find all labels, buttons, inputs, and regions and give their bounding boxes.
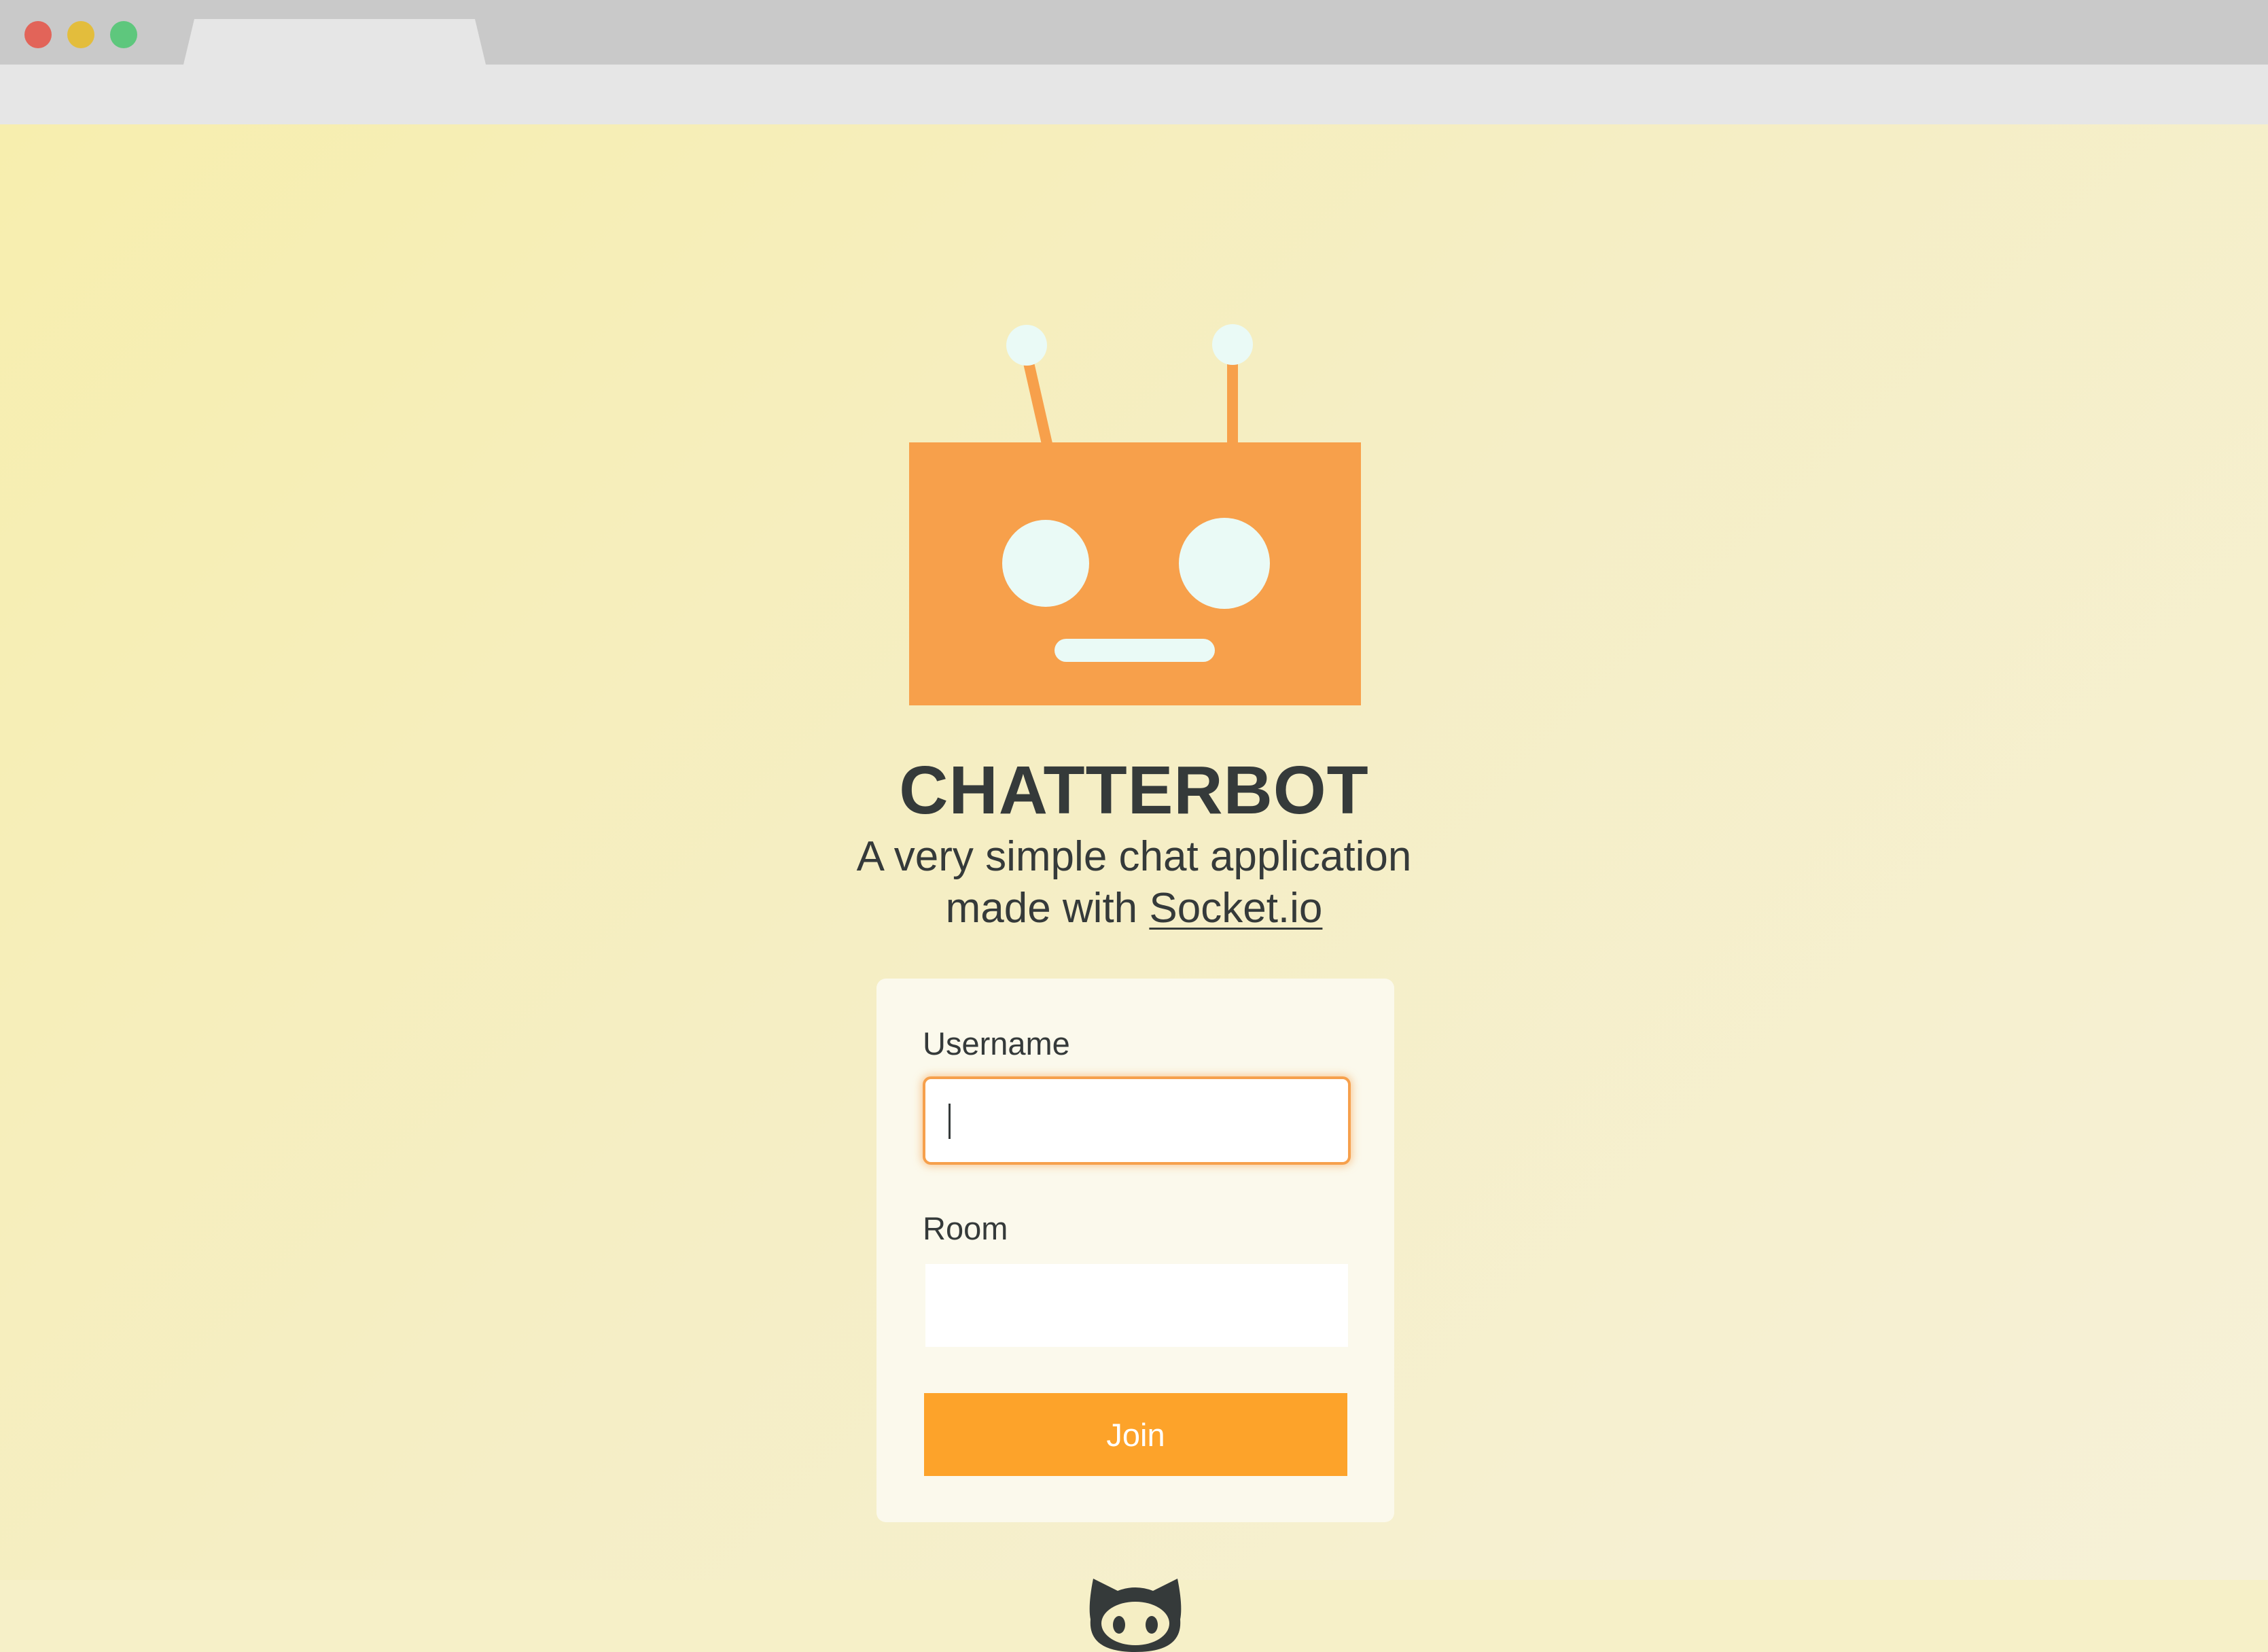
github-octocat-icon[interactable]: [1088, 1572, 1183, 1652]
subtitle-prefix: made with: [945, 885, 1150, 932]
join-form-card: Username Room Join: [876, 979, 1394, 1522]
subtitle-line-1: A very simple chat application: [856, 833, 1412, 880]
room-input[interactable]: [925, 1264, 1348, 1347]
socketio-link[interactable]: Socket.io: [1149, 885, 1322, 932]
join-button[interactable]: Join: [924, 1393, 1347, 1476]
window-close-button[interactable]: [24, 21, 52, 48]
octocat-face: [1101, 1602, 1169, 1645]
robot-antenna-right-ball: [1212, 324, 1253, 365]
page-viewport: CHATTERBOT A very simple chat applicatio…: [0, 124, 2268, 1652]
window-minimize-button[interactable]: [67, 21, 94, 48]
octocat-eye-left: [1113, 1616, 1125, 1634]
page-subtitle: A very simple chat application made with…: [0, 831, 2268, 934]
robot-head: [909, 442, 1361, 705]
robot-antenna-left-ball: [1006, 325, 1047, 366]
text-caret: [949, 1104, 951, 1139]
robot-mouth: [1055, 639, 1215, 662]
window-maximize-button[interactable]: [110, 21, 137, 48]
page-title: CHATTERBOT: [899, 752, 1369, 828]
subtitle-line-2: made with Socket.io: [0, 883, 2268, 934]
robot-eye-right: [1179, 518, 1270, 609]
browser-tab[interactable]: [183, 19, 486, 65]
browser-titlebar: [0, 0, 2268, 65]
username-input[interactable]: [925, 1079, 1348, 1162]
username-label: Username: [923, 1025, 1070, 1061]
robot-head-icon: [909, 324, 1361, 705]
robot-eye-left: [1002, 520, 1089, 607]
browser-toolbar: [0, 65, 2268, 124]
room-label: Room: [923, 1210, 1008, 1246]
robot-antenna-left: [1021, 349, 1052, 449]
octocat-eye-right: [1146, 1616, 1158, 1634]
